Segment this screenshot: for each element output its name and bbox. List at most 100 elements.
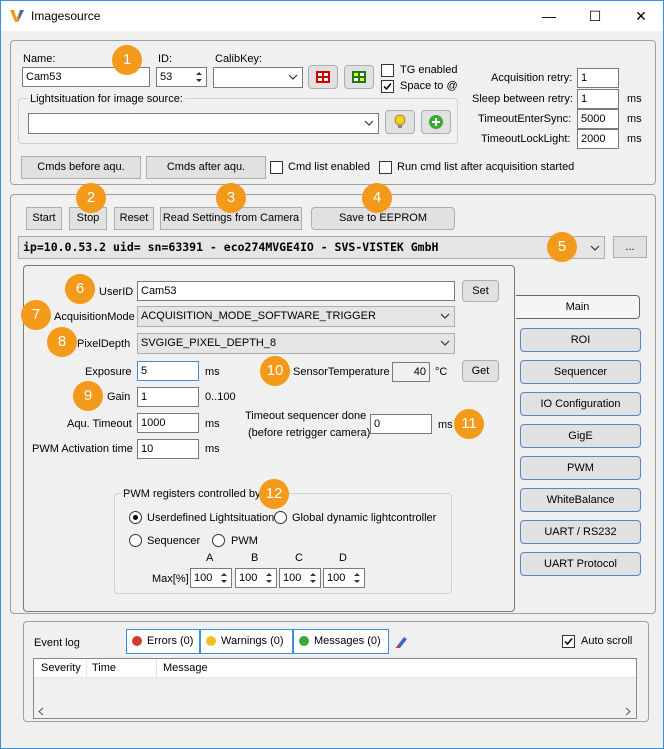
timeout-enter-sync-field[interactable]: 5000 (577, 109, 619, 129)
warning-dot-icon (206, 636, 216, 646)
scroll-right-icon[interactable] (624, 707, 632, 716)
col-severity[interactable]: Severity (41, 662, 81, 674)
tab-main[interactable]: Main (516, 295, 640, 319)
timeout-lock-light-field[interactable]: 2000 (577, 129, 619, 149)
get-button[interactable]: Get (462, 360, 499, 382)
timeout-sequencer-field[interactable]: 0 (370, 414, 432, 434)
warnings-tab[interactable]: Warnings (0) (200, 629, 293, 654)
chevron-down-icon (364, 120, 374, 126)
userid-field[interactable]: Cam53 (137, 281, 455, 301)
pixel-depth-combo[interactable]: SVGIGE_PIXEL_DEPTH_8 (137, 333, 455, 354)
userdefined-radio[interactable] (129, 511, 142, 524)
start-button[interactable]: Start (26, 207, 62, 230)
space-to-checkbox[interactable] (381, 80, 394, 93)
max-a-stepper[interactable]: 100 (190, 568, 232, 588)
gain-field[interactable]: 1 (137, 387, 199, 407)
updown-icon[interactable] (351, 570, 363, 586)
horizontal-scrollbar[interactable] (34, 705, 636, 718)
tab-gige[interactable]: GigE (520, 424, 641, 448)
max-d-stepper[interactable]: 100 (323, 568, 365, 588)
checkmark-icon (383, 83, 392, 91)
grid-green-icon (352, 71, 366, 83)
cmds-after-button[interactable]: Cmds after aqu. (146, 156, 266, 179)
callout-badge-11: 11 (454, 409, 484, 439)
userid-label: UserID (99, 286, 134, 298)
sequencer-label: Sequencer (147, 535, 201, 547)
add-light-button[interactable] (421, 110, 451, 134)
callout-badge-9: 9 (73, 381, 103, 411)
sequencer-radio[interactable] (129, 534, 142, 547)
auto-scroll-label: Auto scroll (581, 635, 633, 647)
scroll-left-icon[interactable] (37, 707, 45, 716)
tab-whitebalance[interactable]: WhiteBalance (520, 488, 641, 512)
global-radio[interactable] (274, 511, 287, 524)
timeout-enter-sync-label: TimeoutEnterSync: (478, 113, 572, 125)
chevron-down-icon (288, 74, 298, 80)
pixel-depth-value: SVGIGE_PIXEL_DEPTH_8 (141, 337, 277, 349)
exposure-field[interactable]: 5 (137, 361, 199, 381)
timeout-sequencer-sublabel: (before retrigger camera) (248, 427, 371, 439)
exposure-label: Exposure (85, 366, 132, 378)
calib-table-red-button[interactable] (308, 65, 338, 89)
cmds-before-button[interactable]: Cmds before aqu. (21, 156, 141, 179)
pwm-activation-field[interactable]: 10 (137, 439, 199, 459)
aqu-timeout-field[interactable]: 1000 (137, 413, 199, 433)
checkmark-icon (564, 638, 573, 646)
tab-uart-rs232[interactable]: UART / RS232 (520, 520, 641, 544)
tab-roi[interactable]: ROI (520, 328, 641, 352)
event-log-table: Severity Time Message (33, 658, 637, 719)
callout-badge-6: 6 (65, 274, 95, 304)
calib-table-green-button[interactable] (344, 65, 374, 89)
sleep-unit: ms (627, 93, 642, 105)
tab-sequencer[interactable]: Sequencer (520, 360, 641, 384)
timeout-sequencer-unit: ms (438, 419, 453, 431)
callout-badge-10: 10 (260, 356, 290, 386)
auto-scroll-checkbox[interactable] (562, 635, 575, 648)
updown-icon[interactable] (218, 570, 230, 586)
acq-retry-field[interactable]: 1 (577, 68, 619, 88)
calibkey-combo[interactable] (213, 67, 303, 88)
close-button[interactable]: ✕ (618, 1, 664, 31)
max-b-stepper[interactable]: 100 (235, 568, 277, 588)
tg-enabled-checkbox[interactable] (381, 64, 394, 77)
window-title: Imagesource (31, 9, 101, 23)
messages-tab[interactable]: Messages (0) (293, 629, 389, 654)
col-d-label: D (339, 552, 347, 564)
minimize-button[interactable]: — (526, 1, 572, 31)
tab-pwm[interactable]: PWM (520, 456, 641, 480)
set-button[interactable]: Set (462, 280, 499, 302)
max-d-value: 100 (327, 572, 346, 584)
tab-io-configuration[interactable]: IO Configuration (520, 392, 641, 416)
lightsituation-combo[interactable] (28, 113, 379, 134)
warnings-label: Warnings (0) (221, 635, 284, 647)
errors-tab[interactable]: Errors (0) (126, 629, 200, 654)
cmd-list-enabled-label: Cmd list enabled (288, 161, 370, 173)
col-message[interactable]: Message (163, 662, 208, 674)
col-time[interactable]: Time (92, 662, 116, 674)
reset-button[interactable]: Reset (114, 207, 154, 230)
updown-icon[interactable] (307, 570, 319, 586)
pwm-radio[interactable] (212, 534, 225, 547)
acquisition-mode-label: AcquisitionMode (54, 311, 135, 323)
acquisition-mode-combo[interactable]: ACQUISITION_MODE_SOFTWARE_TRIGGER (137, 306, 455, 327)
updown-icon[interactable] (263, 570, 275, 586)
userdefined-label: Userdefined Lightsituation (147, 512, 275, 524)
updown-icon[interactable] (193, 69, 205, 85)
chevron-down-icon (590, 245, 600, 251)
cmd-list-enabled-checkbox[interactable] (270, 161, 283, 174)
callout-badge-2: 2 (76, 183, 106, 213)
run-cmd-list-checkbox[interactable] (379, 161, 392, 174)
more-button[interactable]: ... (613, 236, 647, 258)
table-header: Severity Time Message (34, 659, 636, 678)
max-c-stepper[interactable]: 100 (279, 568, 321, 588)
device-combo[interactable]: ip=10.0.53.2 uid= sn=63391 - eco274MVGE4… (18, 236, 605, 259)
exposure-unit: ms (205, 366, 220, 378)
max-label: Max[%] (152, 573, 189, 585)
timeout-sequencer-label: Timeout sequencer done (245, 410, 367, 422)
light-bulb-button[interactable] (385, 110, 415, 134)
maximize-button[interactable]: ☐ (572, 1, 618, 31)
tab-uart-protocol[interactable]: UART Protocol (520, 552, 641, 576)
id-stepper[interactable]: 53 (156, 67, 207, 87)
clear-log-icon[interactable] (394, 633, 410, 649)
sleep-field[interactable]: 1 (577, 89, 619, 109)
